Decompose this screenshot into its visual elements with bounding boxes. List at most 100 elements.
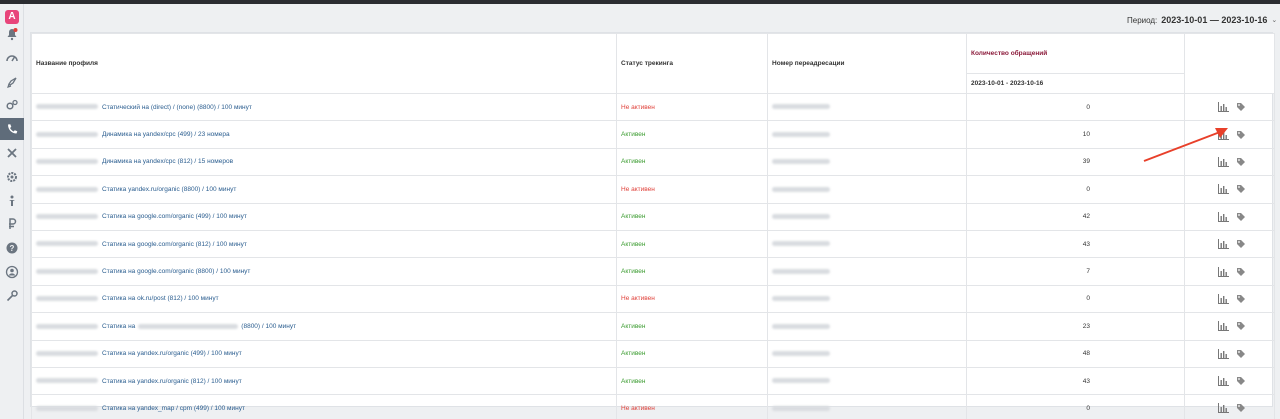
redacted-phone	[772, 159, 830, 165]
tag-icon[interactable]	[1236, 184, 1246, 194]
table-row: Статика на yandex_map / cpm (499) / 100 …	[31, 394, 1275, 419]
profile-link[interactable]: Статика на google.com/organic (8800) / 1…	[102, 268, 250, 275]
bar-chart-icon[interactable]	[1217, 376, 1229, 387]
calls-count: 48	[966, 339, 1185, 368]
sidebar-item-ruble[interactable]	[0, 213, 24, 235]
profile-cell: Статика yandex.ru/organic (8800) / 100 м…	[31, 175, 617, 204]
bell-icon	[7, 28, 18, 41]
redirect-number-cell	[767, 312, 967, 341]
redirect-number-cell	[767, 284, 967, 314]
bar-chart-icon[interactable]	[1217, 102, 1229, 113]
profile-cell: Статика на yandex_map / cpm (499) / 100 …	[31, 394, 617, 419]
profile-link[interactable]: Статика на	[102, 323, 135, 330]
bar-chart-icon[interactable]	[1217, 129, 1229, 140]
header-redirect: Номер переадресации	[767, 33, 967, 94]
calls-count: 42	[966, 202, 1185, 231]
tag-icon[interactable]	[1236, 403, 1246, 413]
ruble-icon	[9, 218, 17, 229]
bar-chart-icon[interactable]	[1217, 239, 1229, 250]
redacted-id	[36, 131, 98, 137]
profile-link[interactable]: Статика на yandex.ru/organic (499) / 100…	[102, 350, 242, 357]
profile-link[interactable]: Статика на google.com/organic (812) / 10…	[102, 241, 247, 248]
row-actions	[1184, 92, 1275, 122]
calls-count: 0	[966, 394, 1185, 419]
sidebar-item-tools[interactable]	[0, 142, 24, 164]
sidebar-item-bell[interactable]	[0, 23, 24, 45]
table-row: Статика на yandex.ru/organic (499) / 100…	[31, 339, 1275, 368]
gears-icon	[6, 99, 18, 110]
row-actions	[1184, 175, 1275, 204]
row-actions	[1184, 339, 1275, 368]
period-selector[interactable]: Период: 2023-10-01 — 2023-10-16 ⌄	[1127, 13, 1277, 27]
row-actions	[1184, 366, 1275, 396]
profile-link[interactable]: Статический на (direct) / (none) (8800) …	[102, 104, 252, 111]
bar-chart-icon[interactable]	[1217, 184, 1229, 195]
tag-icon[interactable]	[1236, 267, 1246, 277]
app-logo[interactable]: A	[5, 10, 19, 24]
profile-link[interactable]: Динамика на yandex/cpc (812) / 15 номеро…	[102, 158, 233, 165]
redirect-number-cell	[767, 202, 967, 231]
sidebar-item-help[interactable]: ?	[0, 237, 24, 259]
profile-link[interactable]: Статика на ok.ru/post (812) / 100 минут	[102, 295, 219, 302]
top-bar	[0, 0, 1280, 4]
profile-cell: Статика на google.com/organic (812) / 10…	[31, 229, 617, 259]
redacted-id	[36, 159, 98, 165]
sidebar-item-phone[interactable]	[0, 118, 24, 140]
status-badge: Не активен	[616, 394, 768, 419]
sidebar: A ?	[0, 4, 24, 419]
bar-chart-icon[interactable]	[1217, 403, 1229, 414]
status-badge: Не активен	[616, 284, 768, 314]
profile-link-tail[interactable]: (8800) / 100 минут	[241, 323, 296, 330]
bar-chart-icon[interactable]	[1217, 156, 1229, 167]
calls-count: 0	[966, 284, 1185, 314]
profiles-panel: Название профиля Статус трекинга Номер п…	[30, 32, 1275, 419]
tag-icon[interactable]	[1236, 376, 1246, 386]
redacted-id	[36, 268, 98, 274]
profile-link[interactable]: Динамика на yandex/cpc (499) / 23 номера	[102, 131, 230, 138]
bar-chart-icon[interactable]	[1217, 348, 1229, 359]
status-badge: Активен	[616, 257, 768, 286]
user-circle-icon	[5, 265, 19, 279]
row-actions	[1184, 229, 1275, 259]
tag-icon[interactable]	[1236, 130, 1246, 140]
bar-chart-icon[interactable]	[1217, 293, 1229, 304]
redacted-phone	[772, 186, 830, 192]
table-row: Статика на yandex.ru/organic (812) / 100…	[31, 366, 1275, 396]
table-row: Статика на google.com/organic (8800) / 1…	[31, 257, 1275, 286]
sidebar-item-user-circle[interactable]	[0, 261, 24, 283]
sidebar-item-speedometer[interactable]	[0, 47, 24, 69]
profile-link[interactable]: Статика на google.com/organic (499) / 10…	[102, 213, 247, 220]
phone-icon	[8, 124, 18, 134]
sidebar-item-key[interactable]	[0, 285, 24, 307]
profile-link[interactable]: Статика yandex.ru/organic (8800) / 100 м…	[102, 186, 236, 193]
period-value[interactable]: 2023-10-01 — 2023-10-16	[1161, 15, 1267, 25]
profile-link[interactable]: Статика на yandex_map / cpm (499) / 100 …	[102, 405, 245, 412]
tag-icon[interactable]	[1236, 294, 1246, 304]
table-row: Статический на (direct) / (none) (8800) …	[31, 92, 1275, 122]
tag-icon[interactable]	[1236, 102, 1246, 112]
redacted-phone	[772, 104, 830, 110]
tag-icon[interactable]	[1236, 212, 1246, 222]
tag-icon[interactable]	[1236, 349, 1246, 359]
bar-chart-icon[interactable]	[1217, 321, 1229, 332]
tag-icon[interactable]	[1236, 239, 1246, 249]
profile-cell: Динамика на yandex/cpc (499) / 23 номера	[31, 120, 617, 149]
redacted-id	[36, 405, 98, 411]
profile-link[interactable]: Статика на yandex.ru/organic (812) / 100…	[102, 378, 242, 385]
sidebar-item-person[interactable]	[0, 190, 24, 212]
sidebar-item-gears[interactable]	[0, 94, 24, 116]
chevron-down-icon[interactable]: ⌄	[1271, 16, 1277, 24]
redirect-number-cell	[767, 257, 967, 286]
sidebar-item-rocket[interactable]	[0, 71, 24, 93]
row-actions	[1184, 284, 1275, 314]
sidebar-item-settings[interactable]	[0, 166, 24, 188]
calls-count: 23	[966, 312, 1185, 341]
tag-icon[interactable]	[1236, 157, 1246, 167]
bar-chart-icon[interactable]	[1217, 211, 1229, 222]
tag-icon[interactable]	[1236, 321, 1246, 331]
status-badge: Активен	[616, 339, 768, 368]
profile-cell: Статический на (direct) / (none) (8800) …	[31, 92, 617, 122]
redacted-source	[138, 323, 239, 329]
bar-chart-icon[interactable]	[1217, 266, 1229, 277]
status-badge: Активен	[616, 229, 768, 259]
